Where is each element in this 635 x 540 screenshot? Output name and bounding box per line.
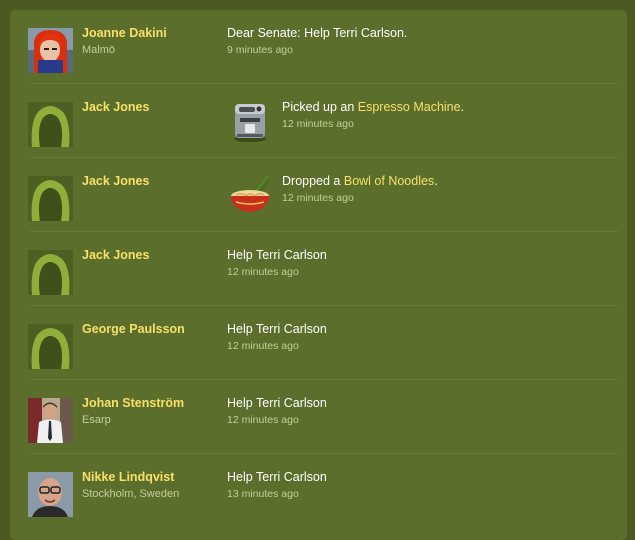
- action-prefix: Help Terri Carlson: [227, 470, 327, 484]
- user-name-link[interactable]: Jack Jones: [82, 174, 149, 188]
- activity-row: Jack Jones Dropped a Bowl of Noodles. 12…: [18, 158, 618, 232]
- timestamp: 12 minutes ago: [227, 266, 299, 278]
- activity-row: Nikke Lindqvist Stockholm, Sweden Help T…: [18, 454, 618, 528]
- user-name-link[interactable]: George Paulsson: [82, 322, 185, 336]
- action-prefix: Dropped a: [282, 174, 344, 188]
- activity-row: Jack Jones Help Terri Carlson 12 minutes…: [18, 232, 618, 306]
- user-photo-icon: [28, 472, 73, 517]
- action-text: Help Terri Carlson: [227, 470, 327, 484]
- user-photo-icon: [28, 398, 73, 443]
- action-text: Help Terri Carlson: [227, 322, 327, 336]
- user-name-link[interactable]: Nikke Lindqvist: [82, 470, 174, 484]
- default-silhouette-icon: [28, 250, 73, 295]
- action-prefix: Picked up an: [282, 100, 358, 114]
- user-avatar[interactable]: [28, 398, 73, 443]
- timestamp: 12 minutes ago: [227, 340, 299, 352]
- user-photo-icon: [28, 28, 73, 73]
- item-link[interactable]: Espresso Machine: [358, 100, 461, 114]
- action-prefix: Help Terri Carlson: [227, 248, 327, 262]
- user-location: Malmö: [82, 44, 116, 56]
- user-name-link[interactable]: Jack Jones: [82, 100, 149, 114]
- user-location: Stockholm, Sweden: [82, 488, 180, 500]
- action-suffix: .: [434, 174, 438, 188]
- timestamp: 12 minutes ago: [282, 192, 354, 204]
- activity-row: Joanne Dakini Malmö Dear Senate: Help Te…: [18, 10, 618, 84]
- action-text: Dropped a Bowl of Noodles.: [282, 174, 438, 188]
- user-name-link[interactable]: Joanne Dakini: [82, 26, 167, 40]
- action-text: Help Terri Carlson: [227, 396, 327, 410]
- action-prefix: Dear Senate: Help Terri Carlson.: [227, 26, 408, 40]
- action-text: Picked up an Espresso Machine.: [282, 100, 464, 114]
- noodle-bowl-icon-graphic: [231, 175, 271, 212]
- item-link[interactable]: Bowl of Noodles: [344, 174, 434, 188]
- activity-row: Johan Stenström Esarp Help Terri Carlson…: [18, 380, 618, 454]
- user-avatar[interactable]: [28, 28, 73, 73]
- activity-row: George Paulsson Help Terri Carlson 12 mi…: [18, 306, 618, 380]
- user-avatar[interactable]: [28, 472, 73, 517]
- user-name-link[interactable]: Johan Stenström: [82, 396, 184, 410]
- action-suffix: .: [460, 100, 465, 114]
- activity-feed-panel: Joanne Dakini Malmö Dear Senate: Help Te…: [10, 10, 627, 540]
- timestamp: 12 minutes ago: [282, 118, 354, 130]
- action-text: Help Terri Carlson: [227, 248, 327, 262]
- default-silhouette-icon: [28, 102, 73, 147]
- action-prefix: Help Terri Carlson: [227, 322, 327, 336]
- user-location: Esarp: [82, 414, 111, 426]
- user-avatar[interactable]: [28, 176, 73, 221]
- user-avatar[interactable]: [28, 250, 73, 295]
- user-avatar[interactable]: [28, 324, 73, 369]
- default-silhouette-icon: [28, 176, 73, 221]
- user-name-link[interactable]: Jack Jones: [82, 248, 149, 262]
- activity-row: Jack Jones Picked up an Espresso Machine…: [18, 84, 618, 158]
- espresso-machine-icon[interactable]: [228, 98, 272, 142]
- default-silhouette-icon: [28, 324, 73, 369]
- action-prefix: Help Terri Carlson: [227, 396, 327, 410]
- timestamp: 12 minutes ago: [227, 414, 299, 426]
- timestamp: 13 minutes ago: [227, 488, 299, 500]
- action-text: Dear Senate: Help Terri Carlson.: [227, 26, 407, 40]
- noodle-bowl-icon[interactable]: [228, 172, 272, 216]
- timestamp: 9 minutes ago: [227, 44, 293, 56]
- espresso-machine-icon-graphic: [234, 104, 266, 142]
- user-avatar[interactable]: [28, 102, 73, 147]
